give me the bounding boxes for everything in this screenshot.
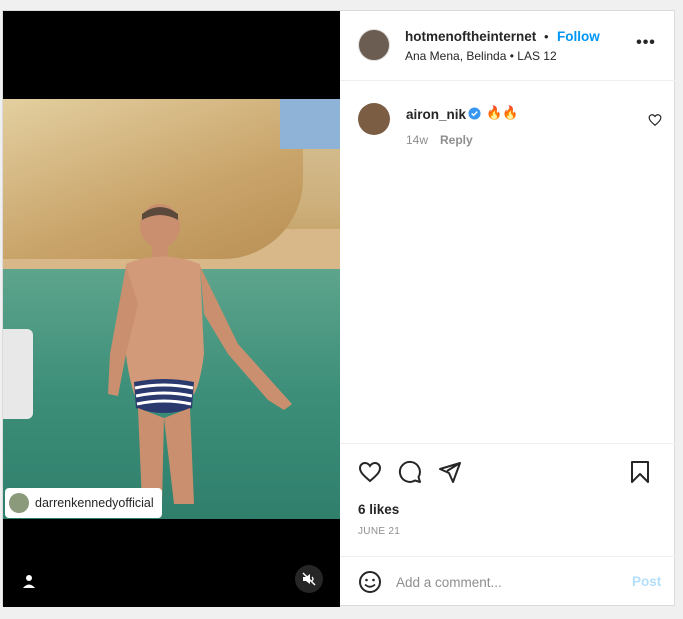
commenter-avatar[interactable] — [358, 103, 390, 135]
bookmark-icon[interactable] — [628, 460, 652, 484]
header-separator: • — [544, 29, 549, 44]
heart-icon[interactable] — [358, 460, 382, 484]
post-sidebar: hotmenoftheinternet • Follow Ana Mena, B… — [340, 11, 676, 607]
comment-icon[interactable] — [398, 460, 422, 484]
author-username[interactable]: hotmenoftheinternet — [405, 29, 536, 44]
comment-composer: Post — [340, 556, 676, 607]
reply-button[interactable]: Reply — [440, 133, 473, 147]
tag-username: darrenkennedyofficial — [35, 496, 154, 510]
audio-subtitle[interactable]: Ana Mena, Belinda • LAS 12 — [405, 49, 557, 63]
tag-avatar — [9, 493, 29, 513]
comment-meta: 14w Reply — [406, 133, 473, 147]
action-icons — [358, 460, 658, 486]
comment-text: 🔥🔥 — [486, 105, 519, 120]
user-icon[interactable] — [21, 573, 37, 589]
emoji-icon[interactable] — [358, 570, 382, 594]
more-icon[interactable]: ••• — [636, 33, 656, 53]
action-bar: 6 likes JUNE 21 — [340, 443, 676, 557]
follow-button[interactable]: Follow — [557, 29, 600, 44]
person-figure — [108, 204, 292, 504]
comment-input[interactable] — [396, 571, 616, 593]
user-tag[interactable]: darrenkennedyofficial — [5, 488, 162, 518]
mute-button[interactable] — [295, 565, 323, 593]
author-avatar[interactable] — [358, 29, 390, 61]
post-media[interactable]: darrenkennedyofficial — [3, 11, 340, 607]
post-dialog: darrenkennedyofficial hotmenoftheinterne… — [2, 10, 676, 607]
share-icon[interactable] — [438, 460, 462, 484]
comment-heart-icon[interactable] — [648, 113, 662, 127]
post-photo[interactable] — [3, 99, 340, 519]
post-button[interactable]: Post — [632, 574, 661, 589]
likes-count[interactable]: 6 likes — [358, 502, 399, 517]
commenter-username[interactable]: airon_nik — [406, 107, 466, 122]
boat — [3, 329, 33, 419]
comment-age: 14w — [406, 133, 429, 147]
sky — [280, 99, 340, 149]
post-header: hotmenoftheinternet • Follow Ana Mena, B… — [340, 11, 676, 81]
post-date[interactable]: JUNE 21 — [358, 526, 400, 537]
mute-icon — [302, 572, 316, 586]
verified-icon — [468, 107, 481, 120]
